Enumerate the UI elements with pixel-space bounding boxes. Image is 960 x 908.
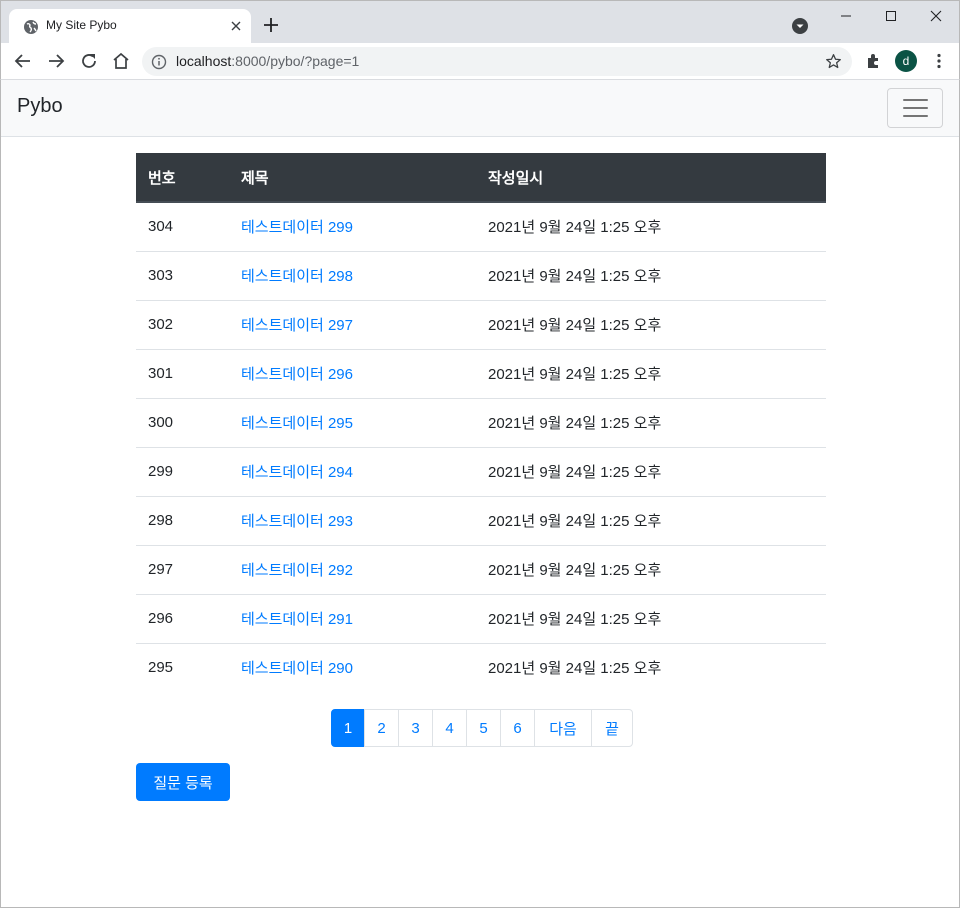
browser-toolbar: localhost:8000/pybo/?page=1 d bbox=[0, 43, 960, 80]
row-subject-link[interactable]: 테스트데이터 297 bbox=[241, 317, 353, 334]
row-subject-cell: 테스트데이터 291 bbox=[229, 593, 476, 643]
table-row: 296 테스트데이터 291 2021년 9월 24일 1:25 오후 bbox=[136, 593, 826, 643]
row-subject-link[interactable]: 테스트데이터 293 bbox=[241, 513, 353, 530]
url-host: localhost bbox=[176, 53, 232, 69]
row-subject-cell: 테스트데이터 293 bbox=[229, 495, 476, 545]
browser-titlebar: My Site Pybo bbox=[0, 0, 960, 45]
row-subject-cell: 테스트데이터 295 bbox=[229, 397, 476, 447]
row-number: 296 bbox=[136, 593, 229, 643]
pagination: 1 2 3 4 5 6 다음 끝 bbox=[331, 709, 633, 747]
address-bar[interactable]: localhost:8000/pybo/?page=1 bbox=[142, 47, 852, 76]
table-row: 302 테스트데이터 297 2021년 9월 24일 1:25 오후 bbox=[136, 299, 826, 349]
back-icon[interactable] bbox=[13, 51, 33, 71]
home-icon[interactable] bbox=[111, 51, 131, 71]
menu-icon[interactable] bbox=[929, 51, 949, 71]
hamburger-icon bbox=[903, 115, 928, 117]
row-date: 2021년 9월 24일 1:25 오후 bbox=[476, 348, 826, 398]
table-row: 301 테스트데이터 296 2021년 9월 24일 1:25 오후 bbox=[136, 348, 826, 398]
row-subject-link[interactable]: 테스트데이터 294 bbox=[241, 464, 353, 481]
info-icon[interactable] bbox=[151, 54, 167, 70]
table-row: 299 테스트데이터 294 2021년 9월 24일 1:25 오후 bbox=[136, 446, 826, 496]
header-subject: 제목 bbox=[229, 153, 476, 203]
close-icon[interactable] bbox=[227, 17, 245, 35]
row-date: 2021년 9월 24일 1:25 오후 bbox=[476, 642, 826, 692]
row-date: 2021년 9월 24일 1:25 오후 bbox=[476, 397, 826, 447]
row-number: 300 bbox=[136, 397, 229, 447]
row-subject-link[interactable]: 테스트데이터 292 bbox=[241, 562, 353, 579]
create-question-button[interactable]: 질문 등록 bbox=[136, 763, 230, 801]
page-link-3[interactable]: 3 bbox=[398, 709, 433, 747]
profile-avatar[interactable]: d bbox=[895, 50, 917, 72]
window-close-icon[interactable] bbox=[913, 1, 959, 31]
row-number: 295 bbox=[136, 642, 229, 692]
header-number: 번호 bbox=[136, 153, 229, 203]
row-number: 304 bbox=[148, 218, 174, 236]
tab-search-icon[interactable] bbox=[791, 17, 809, 35]
row-subject-cell: 테스트데이터 297 bbox=[229, 299, 476, 349]
row-subject-link[interactable]: 테스트데이터 299 bbox=[241, 219, 353, 236]
table-row: 300 테스트데이터 295 2021년 9월 24일 1:25 오후 bbox=[136, 397, 826, 447]
row-subject-link[interactable]: 테스트데이터 291 bbox=[241, 611, 353, 628]
row-date: 2021년 9월 24일 1:25 오후 bbox=[476, 446, 826, 496]
globe-icon bbox=[24, 20, 38, 34]
row-date: 2021년 9월 24일 1:25 오후 bbox=[476, 250, 826, 300]
row-subject-cell: 테스트데이터 290 bbox=[229, 642, 476, 692]
row-subject-link[interactable]: 테스트데이터 290 bbox=[241, 660, 353, 677]
row-date: 2021년 9월 24일 1:25 오후 bbox=[476, 495, 826, 545]
question-table: 번호 제목 작성일시 304 테스트데이터 299 2021년 9월 24일 1… bbox=[136, 153, 826, 692]
table-row: 303 테스트데이터 298 2021년 9월 24일 1:25 오후 bbox=[136, 250, 826, 300]
table-row: 297 테스트데이터 292 2021년 9월 24일 1:25 오후 bbox=[136, 544, 826, 594]
row-date: 2021년 9월 24일 1:25 오후 bbox=[476, 299, 826, 349]
row-number: 302 bbox=[136, 299, 229, 349]
table-row: 304 테스트데이터 299 2021년 9월 24일 1:25 오후 bbox=[136, 202, 826, 251]
hamburger-icon bbox=[903, 107, 928, 109]
page-link-4[interactable]: 4 bbox=[432, 709, 467, 747]
row-date: 2021년 9월 24일 1:25 오후 bbox=[476, 593, 826, 643]
page-link-next[interactable]: 다음 bbox=[534, 709, 592, 747]
row-number: 301 bbox=[136, 348, 229, 398]
row-number: 303 bbox=[136, 250, 229, 300]
navbar: Pybo bbox=[1, 80, 959, 137]
row-number: 298 bbox=[136, 495, 229, 545]
row-subject-link[interactable]: 테스트데이터 296 bbox=[241, 366, 353, 383]
tab-title: My Site Pybo bbox=[46, 18, 117, 32]
table-header-row: 번호 제목 작성일시 bbox=[136, 153, 826, 203]
extensions-icon[interactable] bbox=[864, 51, 884, 71]
row-subject-cell: 테스트데이터 299 bbox=[229, 202, 476, 251]
minimize-icon[interactable] bbox=[823, 1, 869, 31]
hamburger-icon bbox=[903, 99, 928, 101]
row-subject-link[interactable]: 테스트데이터 295 bbox=[241, 415, 353, 432]
row-number: 299 bbox=[136, 446, 229, 496]
page-content: Pybo 번호 제목 작성일시 304 테스트데이터 299 2021년 9월 … bbox=[0, 80, 960, 908]
table-row: 298 테스트데이터 293 2021년 9월 24일 1:25 오후 bbox=[136, 495, 826, 545]
page-link-1[interactable]: 1 bbox=[331, 709, 365, 747]
table-row: 295 테스트데이터 290 2021년 9월 24일 1:25 오후 bbox=[136, 642, 826, 692]
star-icon[interactable] bbox=[825, 53, 842, 70]
row-date: 2021년 9월 24일 1:25 오후 bbox=[488, 219, 662, 237]
page-link-6[interactable]: 6 bbox=[500, 709, 535, 747]
page-link-5[interactable]: 5 bbox=[466, 709, 501, 747]
row-subject-cell: 테스트데이터 298 bbox=[229, 250, 476, 300]
row-date: 2021년 9월 24일 1:25 오후 bbox=[476, 544, 826, 594]
row-subject-cell: 테스트데이터 292 bbox=[229, 544, 476, 594]
row-subject-cell: 테스트데이터 294 bbox=[229, 446, 476, 496]
maximize-icon[interactable] bbox=[868, 1, 914, 31]
page-link-last[interactable]: 끝 bbox=[591, 709, 633, 747]
navbar-toggler[interactable] bbox=[887, 88, 943, 128]
forward-icon[interactable] bbox=[46, 51, 66, 71]
row-number: 297 bbox=[136, 544, 229, 594]
reload-icon[interactable] bbox=[79, 51, 99, 71]
header-date: 작성일시 bbox=[476, 153, 826, 203]
plus-icon[interactable] bbox=[261, 15, 281, 35]
navbar-brand[interactable]: Pybo bbox=[17, 95, 63, 118]
url-path: :8000/pybo/?page=1 bbox=[231, 53, 360, 69]
url-text: localhost:8000/pybo/?page=1 bbox=[176, 53, 359, 69]
browser-tab[interactable]: My Site Pybo bbox=[9, 9, 251, 45]
row-subject-cell: 테스트데이터 296 bbox=[229, 348, 476, 398]
page-link-2[interactable]: 2 bbox=[364, 709, 399, 747]
row-subject-link[interactable]: 테스트데이터 298 bbox=[241, 268, 353, 285]
